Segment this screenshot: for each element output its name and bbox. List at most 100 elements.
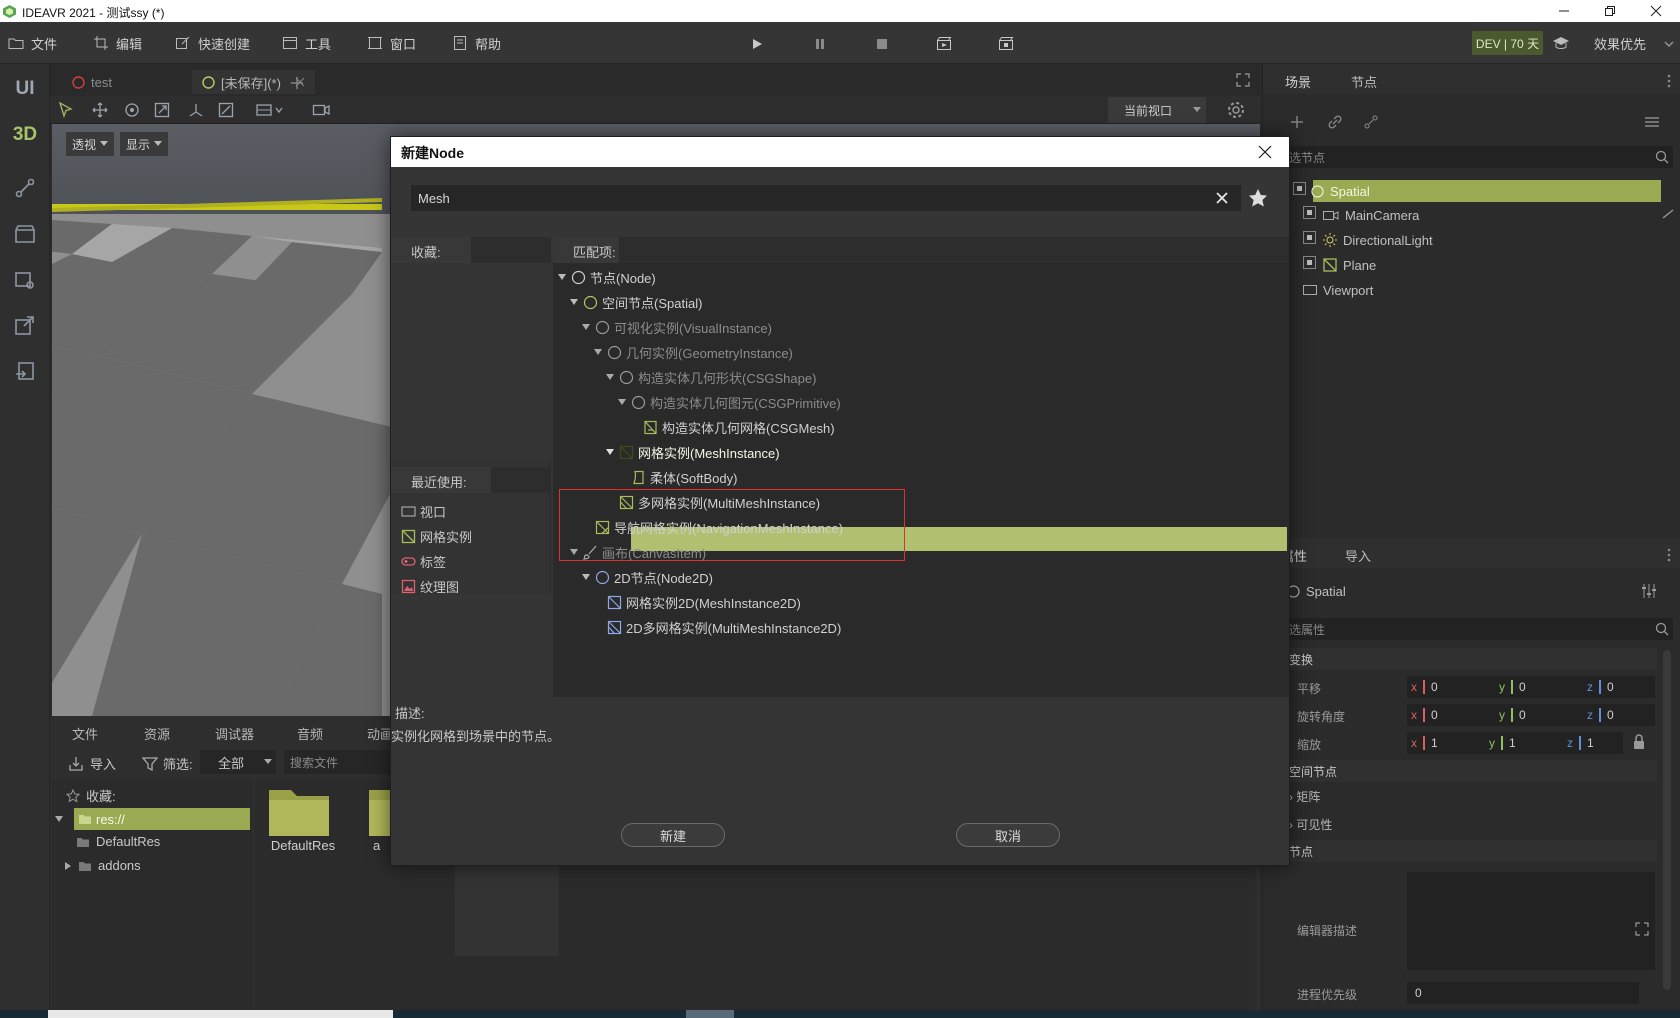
lock-icon[interactable] (1633, 734, 1645, 750)
more-vertical-icon[interactable] (1667, 548, 1671, 562)
import-icon[interactable] (13, 360, 37, 384)
dev-license-badge[interactable]: DEV | 70 天 (1472, 31, 1543, 55)
visibility-checkbox-icon[interactable] (1303, 231, 1316, 244)
tree-maincamera[interactable]: MainCamera (1323, 203, 1419, 227)
camera-preview-icon[interactable] (312, 102, 330, 118)
expand-icon[interactable] (1635, 922, 1649, 936)
res-root-row[interactable]: res:// (74, 808, 250, 830)
tree-viewport[interactable]: Viewport (1303, 278, 1373, 302)
menu-quick-create[interactable]: 快速创建 (175, 32, 250, 54)
mode-3d[interactable]: 3D (0, 124, 50, 146)
tab-files[interactable]: 文件 (72, 724, 98, 743)
dialog-close-button[interactable] (1251, 139, 1279, 165)
filter-dropdown[interactable]: 全部 (200, 750, 276, 774)
rotation-fields[interactable]: x 0 y 0 z 0 (1407, 704, 1655, 726)
layout-icon[interactable] (256, 102, 284, 118)
recent-texture-rect[interactable]: 纹理图 (401, 574, 547, 598)
stop-button[interactable] (872, 34, 892, 54)
menu-edit[interactable]: 编辑 (93, 32, 142, 54)
tree-spatial[interactable]: Spatial (1311, 179, 1370, 203)
favorite-button[interactable] (1247, 187, 1269, 209)
store-icon[interactable] (13, 222, 37, 246)
expand-triangle-icon[interactable] (54, 814, 64, 824)
select-tool-icon[interactable] (58, 102, 74, 118)
new-tab-button[interactable] (290, 76, 304, 90)
script-icon[interactable] (1661, 208, 1675, 220)
import-button[interactable]: 导入 (68, 754, 116, 773)
perspective-dropdown[interactable]: 透视 (66, 132, 115, 156)
more-vertical-icon[interactable] (1667, 74, 1671, 88)
clear-search-button[interactable] (1214, 190, 1230, 206)
move-tool-icon[interactable] (92, 102, 108, 118)
play-button[interactable] (747, 34, 767, 54)
tree-directionallight[interactable]: DirectionalLight (1323, 228, 1433, 252)
match-navigationmeshinstance[interactable]: 导航网格实例(NavigationMeshInstance) (595, 515, 843, 539)
chevron-down-icon[interactable] (1664, 40, 1674, 48)
tune-icon[interactable] (1641, 584, 1657, 598)
section-spatial[interactable]: 空间节点 (1285, 760, 1657, 782)
pause-button[interactable] (810, 34, 830, 54)
snap-icon[interactable] (218, 102, 234, 118)
chevron-down-icon[interactable] (1192, 106, 1202, 114)
link-icon[interactable] (1327, 114, 1343, 130)
tree-addons[interactable]: addons (64, 858, 141, 873)
local-space-icon[interactable] (188, 102, 204, 118)
close-window-button[interactable] (1633, 0, 1679, 22)
section-visibility[interactable]: › 可见性 (1289, 816, 1332, 833)
filter-properties-input[interactable]: 选属性 (1285, 618, 1673, 640)
restore-button[interactable] (1587, 0, 1633, 22)
visibility-checkbox-icon[interactable] (1303, 256, 1316, 269)
mortarboard-icon[interactable] (1552, 35, 1570, 51)
match-csgprimitive[interactable]: 构造实体几何图元(CSGPrimitive) (617, 390, 841, 414)
node-search-input[interactable]: Mesh (411, 185, 1241, 211)
match-node2d[interactable]: 2D节点(Node2D) (581, 565, 713, 589)
instance-icon[interactable] (1363, 114, 1379, 130)
favorites-row[interactable]: 收藏: (66, 786, 116, 805)
inspector-scrollbar[interactable] (1663, 650, 1671, 990)
section-transform[interactable]: 变换 (1285, 648, 1657, 670)
tab-resources[interactable]: 资源 (144, 724, 170, 743)
display-dropdown[interactable]: 显示 (120, 132, 169, 156)
tree-defaultres[interactable]: DefaultRes (76, 834, 160, 849)
match-softbody[interactable]: 柔体(SoftBody) (631, 465, 737, 489)
match-multimeshinstance2d[interactable]: 2D多网格实例(MultiMeshInstance2D) (607, 615, 841, 639)
scale-tool-icon[interactable] (154, 102, 170, 118)
match-visualinstance[interactable]: 可视化实例(VisualInstance) (581, 315, 772, 339)
translation-fields[interactable]: x 0 y 0 z 0 (1407, 676, 1655, 698)
match-geometryinstance[interactable]: 几何实例(GeometryInstance) (593, 340, 793, 364)
visibility-checkbox-icon[interactable] (1303, 206, 1316, 219)
tab-scene[interactable]: 场景 (1285, 72, 1311, 91)
menu-help[interactable]: 帮助 (452, 32, 501, 54)
mode-ui[interactable]: UI (0, 78, 50, 100)
match-meshinstance[interactable]: 网格实例(MeshInstance) (605, 440, 780, 464)
section-node[interactable]: 节点 (1285, 840, 1657, 862)
play-scene-button[interactable] (934, 34, 954, 54)
recent-label-node[interactable]: 标签 (401, 549, 547, 573)
menu-tools[interactable]: 工具 (282, 32, 331, 54)
menu-window[interactable]: 窗口 (367, 32, 416, 54)
menu-lines-icon[interactable] (1645, 116, 1659, 128)
recent-mesh-instance[interactable]: 网格实例 (401, 524, 547, 548)
tab-node[interactable]: 节点 (1351, 72, 1377, 91)
cancel-button[interactable]: 取消 (956, 823, 1060, 847)
distraction-free-button[interactable] (1236, 73, 1250, 87)
graph-icon[interactable] (13, 176, 37, 200)
recent-viewport[interactable]: 视口 (401, 499, 547, 523)
scale-fields[interactable]: x 1 y 1 z 1 (1407, 732, 1623, 754)
tab-debugger[interactable]: 调试器 (215, 724, 254, 743)
match-canvasitem[interactable]: 画布(CanvasItem) (569, 540, 706, 564)
editor-description-textarea[interactable] (1407, 872, 1655, 970)
rotate-tool-icon[interactable] (124, 102, 140, 118)
settings-gear-icon[interactable] (1226, 100, 1246, 120)
minimize-button[interactable] (1541, 0, 1587, 22)
add-node-icon[interactable] (1289, 114, 1305, 130)
play-custom-scene-button[interactable] (996, 34, 1016, 54)
tab-audio[interactable]: 音频 (297, 724, 323, 743)
tab-test[interactable]: test (62, 70, 122, 94)
match-node[interactable]: 节点(Node) (557, 265, 656, 289)
match-csgmesh[interactable]: 构造实体几何网格(CSGMesh) (643, 415, 835, 439)
tab-import[interactable]: 导入 (1345, 546, 1371, 565)
match-multimeshinstance[interactable]: 多网格实例(MultiMeshInstance) (619, 490, 820, 514)
tree-plane[interactable]: Plane (1323, 253, 1376, 277)
file-defaultres[interactable]: DefaultRes (267, 782, 339, 853)
